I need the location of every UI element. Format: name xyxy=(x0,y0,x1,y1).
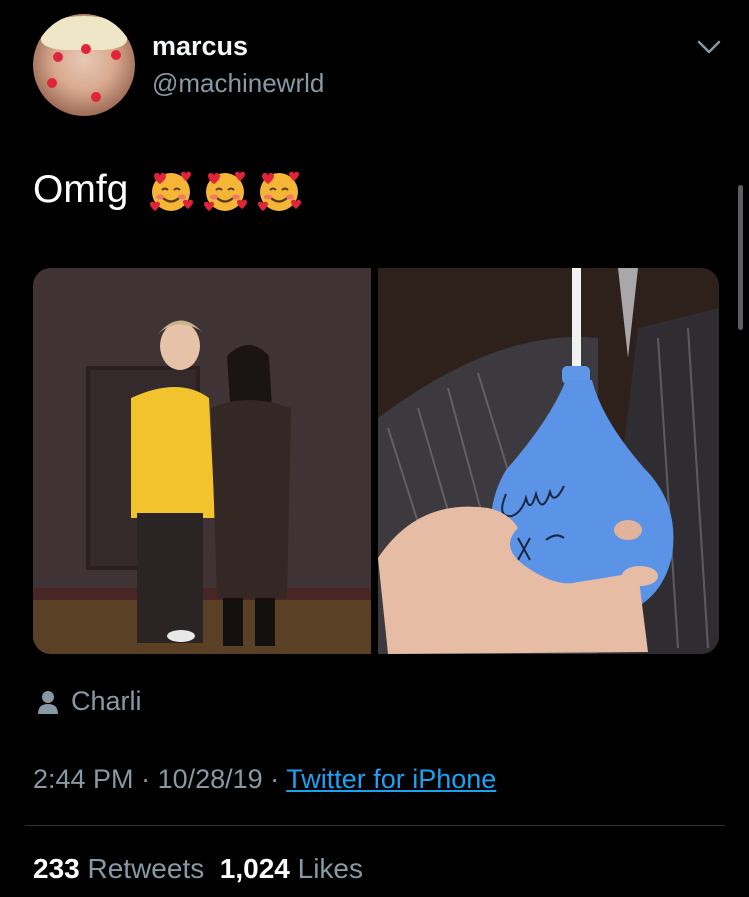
retweets-stat[interactable]: 233 Retweets xyxy=(33,853,204,884)
tweet-stats: 233 Retweets 1,024 Likes xyxy=(33,853,363,885)
author-name[interactable]: marcus xyxy=(152,31,248,62)
meta-separator: · xyxy=(262,764,287,794)
likes-stat[interactable]: 1,024 Likes xyxy=(220,853,363,884)
heart-sticker-icon xyxy=(81,44,91,54)
heart-sticker-icon xyxy=(53,52,63,62)
retweets-label: Retweets xyxy=(87,853,205,884)
tweet-detail-screen: marcus @machinewrld Omfg Charli 2:44 PM … xyxy=(0,0,749,897)
heart-sticker-icon xyxy=(47,78,57,88)
likes-label: Likes xyxy=(297,853,364,884)
smiling-face-with-hearts-icon xyxy=(204,171,247,211)
photo-two-people-illustration xyxy=(33,268,371,654)
retweets-count: 233 xyxy=(33,853,80,884)
chevron-down-icon[interactable] xyxy=(696,36,722,58)
photo-signed-bulb-illustration xyxy=(378,268,719,654)
heart-sticker-icon xyxy=(111,50,121,60)
avatar[interactable] xyxy=(33,14,135,116)
smiling-face-with-hearts-icon xyxy=(150,171,193,211)
author-handle[interactable]: @machinewrld xyxy=(152,68,324,99)
tweet-meta: 2:44 PM · 10/28/19 · Twitter for iPhone xyxy=(33,764,496,795)
scrollbar[interactable] xyxy=(738,185,743,330)
source-link[interactable]: Twitter for iPhone xyxy=(286,764,496,794)
tweet-date: 10/28/19 xyxy=(157,764,263,794)
photo-two-people[interactable] xyxy=(33,268,371,654)
tweet-time: 2:44 PM xyxy=(33,764,134,794)
heart-sticker-icon xyxy=(91,92,101,102)
divider xyxy=(25,825,725,826)
meta-separator: · xyxy=(133,764,158,794)
likes-count: 1,024 xyxy=(219,853,290,884)
photo-signed-bulb[interactable] xyxy=(378,268,719,654)
media-grid xyxy=(33,268,719,654)
tagged-location[interactable]: Charli xyxy=(71,686,142,717)
emoji-row xyxy=(148,168,303,214)
person-location-icon xyxy=(38,691,58,714)
tweet-text: Omfg xyxy=(33,168,129,211)
smiling-face-with-hearts-icon xyxy=(258,171,301,211)
